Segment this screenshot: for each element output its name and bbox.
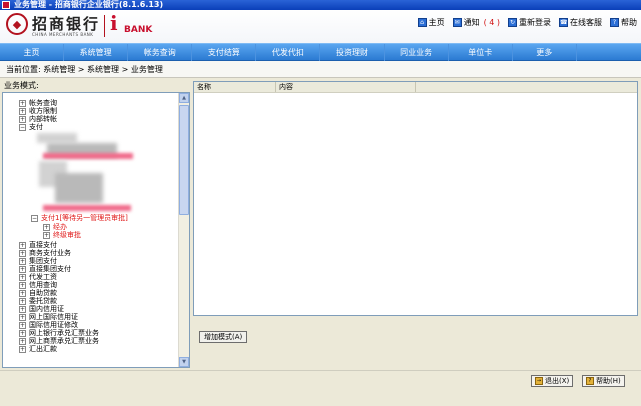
- tree-item-payment-pending[interactable]: − 支付1[等待另一管理员审批]: [31, 214, 128, 222]
- bank-logo: ◆ 招商银行 CHINA MERCHANTS BANK i BANK: [6, 11, 171, 41]
- tree-item[interactable]: + 信用查询: [19, 281, 57, 289]
- main-nav: 主页 系统管理 帐务查询 支付结算 代发代扣 投资理财 同业业务 单位卡 更多: [0, 43, 641, 61]
- obscured-content: [43, 205, 131, 211]
- right-panel: 名称 内容 增加模式(A): [193, 78, 641, 370]
- scroll-up-icon[interactable]: ▲: [179, 93, 189, 103]
- nav-more[interactable]: 更多: [513, 44, 577, 61]
- expand-icon[interactable]: +: [19, 273, 26, 281]
- tree-item-payment[interactable]: − 支付: [19, 123, 43, 131]
- obscured-content: [43, 153, 133, 159]
- ubank-logo-text: BANK: [124, 25, 153, 35]
- link-online-service[interactable]: ☎ 在线客服: [559, 17, 602, 28]
- expand-icon[interactable]: +: [19, 281, 26, 289]
- mode-detail-list[interactable]: 名称 内容: [193, 81, 638, 316]
- title-bar: 业务管理 - 招商银行企业银行(8.1.6.13): [0, 0, 641, 10]
- expand-icon[interactable]: +: [19, 297, 26, 305]
- tree-item[interactable]: + 集团支付: [19, 257, 57, 265]
- tree-item[interactable]: + 自助贷款: [19, 289, 57, 297]
- tree-item[interactable]: + 委托贷款: [19, 297, 57, 305]
- logo-divider: [104, 15, 105, 37]
- column-name[interactable]: 名称: [194, 82, 276, 92]
- app-icon: [2, 1, 10, 9]
- collapse-icon[interactable]: −: [19, 123, 26, 131]
- help-button[interactable]: ? 帮助(H): [582, 375, 625, 387]
- quick-links: ⌂ 主页 ✉ 通知( 4 ) ↻ 重新登录 ☎ 在线客服 ? 帮助: [417, 16, 637, 28]
- tree-item[interactable]: + 代发工资: [19, 273, 57, 281]
- expand-icon[interactable]: +: [19, 345, 26, 353]
- nav-interbank[interactable]: 同业业务: [385, 44, 449, 61]
- tree-item-handle[interactable]: + 经办: [43, 223, 67, 231]
- expand-icon[interactable]: +: [19, 321, 26, 329]
- help-icon: ?: [610, 17, 619, 27]
- expand-icon[interactable]: +: [19, 115, 26, 123]
- tree-item[interactable]: + 汇出汇款: [19, 345, 57, 353]
- notice-count: ( 4 ): [483, 17, 500, 27]
- scroll-thumb[interactable]: [179, 105, 189, 215]
- link-notice[interactable]: ✉ 通知( 4 ): [452, 17, 500, 28]
- nav-agency[interactable]: 代发代扣: [256, 44, 321, 61]
- expand-icon[interactable]: +: [19, 329, 26, 337]
- home-icon: ⌂: [417, 17, 427, 27]
- tree-item[interactable]: + 直接集团支付: [19, 265, 71, 273]
- tree-item[interactable]: + 直接支付: [19, 241, 57, 249]
- expand-icon[interactable]: +: [19, 257, 26, 265]
- relogin-icon: ↻: [508, 17, 517, 27]
- business-mode-label: 业务模式:: [4, 81, 39, 90]
- nav-invest[interactable]: 投资理财: [320, 44, 385, 61]
- expand-icon[interactable]: +: [19, 265, 26, 273]
- tree-item[interactable]: + 内部转帐: [19, 115, 57, 123]
- expand-icon[interactable]: +: [19, 249, 26, 257]
- expand-icon[interactable]: +: [19, 107, 26, 115]
- expand-icon[interactable]: +: [43, 231, 50, 239]
- tree-item[interactable]: + 国内信用证: [19, 305, 64, 313]
- scroll-down-icon[interactable]: ▼: [179, 357, 189, 367]
- expand-icon[interactable]: +: [19, 241, 26, 249]
- exit-icon: →: [535, 377, 543, 385]
- collapse-icon[interactable]: −: [31, 214, 38, 222]
- window-title: 业务管理 - 招商银行企业银行(8.1.6.13): [14, 0, 164, 9]
- nav-account[interactable]: 帐务查询: [128, 44, 193, 61]
- tree-item[interactable]: + 国际信用证修改: [19, 321, 78, 329]
- obscured-content: [55, 173, 103, 203]
- link-relogin[interactable]: ↻ 重新登录: [508, 17, 551, 28]
- expand-icon[interactable]: +: [19, 289, 26, 297]
- help-icon: ?: [586, 377, 594, 385]
- business-tree-box: + 帐务查询 + 收方限制 + 内部转帐 − 支付 − 支付1[等待另一管理员审批] + 经…: [2, 92, 190, 368]
- add-mode-button[interactable]: 增加模式(A): [199, 331, 248, 343]
- expand-icon[interactable]: +: [43, 223, 50, 231]
- business-tree: + 帐务查询 + 收方限制 + 内部转帐 − 支付 − 支付1[等待另一管理员审批] + 经…: [3, 93, 179, 367]
- nav-unit-card[interactable]: 单位卡: [449, 44, 513, 61]
- header: ◆ 招商银行 CHINA MERCHANTS BANK i BANK ⌂ 主页 ✉…: [0, 10, 641, 43]
- tree-item[interactable]: + 收方限制: [19, 107, 57, 115]
- phone-icon: ☎: [559, 17, 568, 27]
- nav-home[interactable]: 主页: [0, 44, 65, 61]
- tree-item[interactable]: + 帐务查询: [19, 99, 57, 107]
- expand-icon[interactable]: +: [19, 305, 26, 313]
- nav-system[interactable]: 系统管理: [64, 44, 129, 61]
- tree-item[interactable]: + 网上商票承兑汇票业务: [19, 337, 99, 345]
- bank-seal-icon: ◆: [6, 13, 28, 35]
- link-home[interactable]: ⌂ 主页: [417, 17, 445, 28]
- notice-icon: ✉: [452, 17, 462, 27]
- list-header: 名称 内容: [194, 82, 637, 93]
- bottom-bar: → 退出(X) ? 帮助(H): [0, 370, 641, 406]
- tree-item[interactable]: + 网上国际信用证: [19, 313, 78, 321]
- exit-button[interactable]: → 退出(X): [531, 375, 574, 387]
- nav-payment[interactable]: 支付结算: [192, 44, 257, 61]
- expand-icon[interactable]: +: [19, 99, 26, 107]
- tree-item[interactable]: + 商务支付业务: [19, 249, 71, 257]
- left-panel: 业务模式: + 帐务查询 + 收方限制 + 内部转帐 − 支付 − 支付1[等待另一管理员…: [0, 78, 193, 370]
- expand-icon[interactable]: +: [19, 313, 26, 321]
- column-content[interactable]: 内容: [276, 82, 416, 92]
- obscured-content: [37, 133, 77, 143]
- bank-name-en: CHINA MERCHANTS BANK: [32, 32, 94, 37]
- expand-icon[interactable]: +: [19, 337, 26, 345]
- link-help[interactable]: ? 帮助: [610, 17, 637, 28]
- breadcrumb: 当前位置: 系统管理 > 系统管理 > 业务管理: [0, 61, 641, 78]
- tree-item-final-approval[interactable]: + 终级审批: [43, 231, 81, 239]
- bank-name-cn: 招商银行: [32, 15, 101, 33]
- tree-item[interactable]: + 网上银行承兑汇票业务: [19, 329, 99, 337]
- ubank-logo-i: i: [110, 11, 118, 35]
- tree-scrollbar[interactable]: ▲ ▼: [178, 93, 189, 367]
